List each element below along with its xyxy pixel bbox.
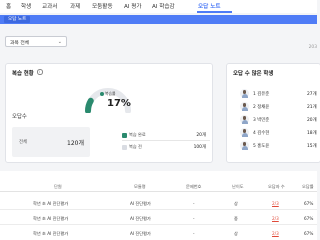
cell-wrong-count-link[interactable]: 2/3 (272, 231, 279, 236)
student-name: 2 정채윤 (253, 105, 270, 110)
header-wrong-rate[interactable]: 오답률 (302, 184, 314, 190)
banner-title: 오답 노트 (4, 16, 31, 23)
cell-wrong-count-link[interactable]: 2/3 (272, 216, 279, 221)
student-name: 4 김수현 (253, 131, 270, 136)
top-wrong-students-title: 오답 수 많은 학생 (233, 71, 274, 77)
header-wrong-count[interactable]: 오답자 수 (268, 184, 285, 190)
cell-difficulty: 상 (234, 201, 238, 206)
review-rate-value: 17% (107, 98, 131, 109)
cell-module: AI 진단평가 (130, 201, 151, 206)
header-divider (0, 191, 317, 192)
cell-wrong-rate: 67% (304, 231, 314, 236)
student-wrong-count: 21개 (307, 105, 317, 110)
cell-module: AI 진단평가 (130, 231, 151, 236)
legend-label-before: 복습 전 (129, 144, 142, 150)
student-row[interactable]: 4 김수현 18개 (236, 127, 317, 138)
nav-item-home[interactable]: 홈 (6, 2, 11, 10)
nav-item-assignment[interactable]: 과제 (70, 2, 80, 10)
chevron-down-icon: ⌄ (57, 38, 62, 45)
avatar (240, 141, 249, 150)
total-label: 전체 (19, 140, 28, 145)
cell-question-number: - (193, 216, 195, 221)
avatar (240, 102, 249, 111)
subject-select[interactable]: 과목 전체 ⌄ (5, 36, 67, 47)
cell-question-number: - (193, 201, 195, 206)
cell-question-number: - (193, 231, 195, 236)
header-module[interactable]: 모듈명 (134, 184, 146, 190)
student-row[interactable]: 2 정채윤 21개 (236, 101, 317, 112)
gauge-fill (85, 97, 94, 113)
active-tab-indicator (197, 11, 232, 13)
student-row[interactable]: 3 박민준 20개 (236, 114, 317, 125)
legend-label-done: 복습 완료 (129, 132, 146, 138)
top-nav: 홈 학생 교과서 과제 모둠활동 AI 평가 AI 학습감 오답 노트 (0, 0, 317, 13)
page-banner: 오답 노트 (0, 15, 317, 24)
student-name: 1 김유준 (253, 92, 270, 97)
nav-item-textbook[interactable]: 교과서 (42, 2, 57, 10)
legend-value-before: 100개 (193, 145, 206, 151)
nav-item-wrong-notes[interactable]: 오답 노트 (198, 2, 221, 10)
nav-item-students[interactable]: 학생 (21, 2, 31, 10)
info-icon[interactable]: i (37, 69, 43, 75)
cell-unit: 학년 초 AI 진단평가 (33, 201, 69, 206)
nav-item-ai-learning[interactable]: AI 학습감 (152, 2, 175, 10)
legend-value-done: 20개 (196, 133, 206, 139)
review-card-title: 복습 현황 (12, 71, 34, 77)
cell-unit: 학년 초 AI 진단평가 (33, 231, 69, 236)
row-divider (0, 224, 317, 225)
avatar (240, 115, 249, 124)
header-difficulty[interactable]: 난이도 (232, 184, 244, 190)
student-row[interactable]: 5 홍도윤 15개 (236, 140, 317, 151)
corner-number: 203 (308, 45, 317, 50)
student-name: 3 박민준 (253, 118, 270, 123)
nav-item-ai-evaluation[interactable]: AI 평가 (124, 2, 142, 10)
cell-module: AI 진단평가 (130, 216, 151, 221)
cell-difficulty: 상 (234, 231, 238, 236)
cell-wrong-rate: 67% (304, 201, 314, 206)
legend-review-done: 복습 완료 20개 (122, 130, 210, 140)
header-unit[interactable]: 단원 (54, 184, 62, 190)
row-divider (0, 209, 317, 210)
student-row[interactable]: 1 김유준 27개 (236, 88, 317, 99)
total-wrong-box: 전체 120개 (12, 127, 90, 157)
nav-item-group-activity[interactable]: 모둠활동 (92, 2, 113, 10)
gauge-legend-dot (100, 92, 104, 96)
legend-swatch-before (122, 144, 127, 150)
wrong-count-subtitle: 오답수 (12, 114, 27, 120)
student-wrong-count: 27개 (307, 92, 317, 97)
student-wrong-count: 18개 (307, 131, 317, 136)
cell-wrong-rate: 67% (304, 216, 314, 221)
cell-unit: 학년 초 AI 진단평가 (33, 216, 69, 221)
header-question-number[interactable]: 문제번호 (186, 184, 201, 190)
student-wrong-count: 15개 (307, 144, 317, 149)
legend-divider (122, 140, 210, 141)
avatar (240, 128, 249, 137)
student-wrong-count: 20개 (307, 118, 317, 123)
avatar (240, 89, 249, 98)
subject-select-value: 과목 전체 (10, 41, 30, 46)
legend-swatch-done (122, 132, 127, 138)
cell-wrong-count-link[interactable]: 2/3 (272, 201, 279, 206)
cell-difficulty: 중 (234, 216, 238, 221)
gauge-label: 복습률 (105, 91, 116, 96)
student-name: 5 홍도윤 (253, 144, 270, 149)
legend-review-before: 복습 전 100개 (122, 142, 210, 152)
total-value: 120개 (67, 140, 84, 147)
